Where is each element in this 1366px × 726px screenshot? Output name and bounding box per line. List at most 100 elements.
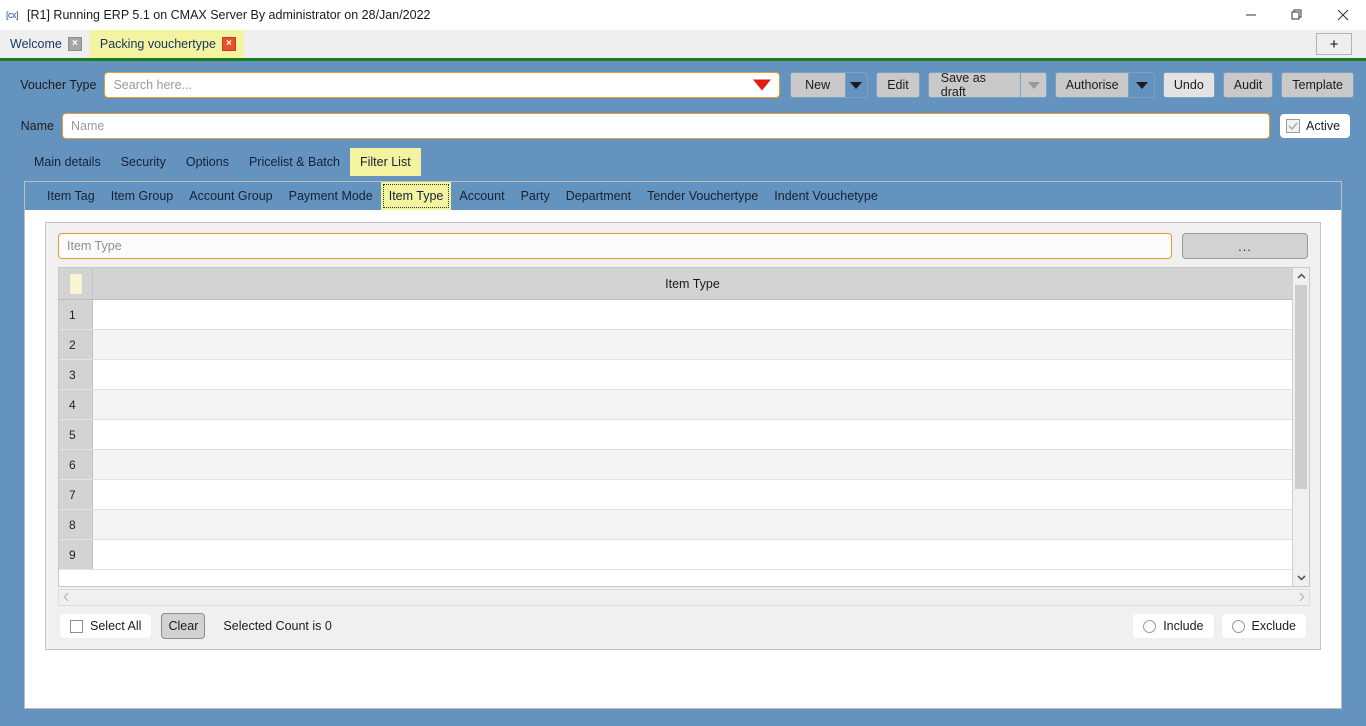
row-value-item-type[interactable] [93,540,1292,569]
close-icon[interactable] [1320,0,1366,30]
tab-welcome[interactable]: Welcome × [0,30,90,58]
scroll-right-icon[interactable] [1298,589,1305,607]
main-tab-bar: Main details Security Options Pricelist … [24,148,421,176]
selected-count-text: Selected Count is 0 [223,619,332,633]
table-row[interactable]: 6 [59,450,1292,480]
scroll-down-icon[interactable] [1293,569,1309,586]
row-number: 3 [59,360,93,389]
exclude-radio-group[interactable]: Exclude [1221,614,1306,638]
voucher-type-search-wrapper[interactable] [104,72,780,98]
row-value-item-type[interactable] [93,420,1292,449]
filter-search-row: ... [46,223,1320,259]
table-row[interactable]: 1 [59,300,1292,330]
subtab-department[interactable]: Department [558,182,639,210]
save-as-draft-dropdown-button[interactable] [1020,73,1047,97]
row-number: 5 [59,420,93,449]
active-checkbox[interactable] [1286,119,1300,133]
item-type-search-input[interactable] [58,233,1172,259]
save-as-draft-label[interactable]: Save as draft [929,73,1021,97]
row-value-item-type[interactable] [93,510,1292,539]
row-value-item-type[interactable] [93,360,1292,389]
scroll-left-icon[interactable] [63,589,70,607]
browse-button[interactable]: ... [1182,233,1308,259]
subtab-item-tag[interactable]: Item Tag [39,182,103,210]
subtab-item-type[interactable]: Item Type [380,182,452,210]
subtab-tender-vouchertype[interactable]: Tender Vouchertype [639,182,766,210]
tab-options[interactable]: Options [176,148,239,176]
row-value-item-type[interactable] [93,450,1292,479]
new-button-label[interactable]: New [791,73,845,97]
new-tab-button[interactable]: + [1316,33,1352,55]
undo-button[interactable]: Undo [1162,72,1215,98]
voucher-type-search-input[interactable] [105,73,779,97]
subtab-account[interactable]: Account [451,182,512,210]
form-body: Voucher Type New Edit Save as draft Auth… [0,61,1366,726]
row-value-item-type[interactable] [93,390,1292,419]
save-as-draft-split[interactable]: Save as draft [927,72,1048,98]
tab-pricelist-batch[interactable]: Pricelist & Batch [239,148,350,176]
clear-button[interactable]: Clear [161,613,206,639]
tab-filter-list[interactable]: Filter List [349,148,421,176]
subtab-item-group[interactable]: Item Group [103,182,182,210]
row-number: 8 [59,510,93,539]
tab-security[interactable]: Security [111,148,176,176]
exclude-radio[interactable] [1231,619,1245,633]
name-input[interactable] [62,113,1270,139]
subtab-payment-mode[interactable]: Payment Mode [281,182,381,210]
row-number: 1 [59,300,93,329]
table-row[interactable]: 4 [59,390,1292,420]
authorise-dropdown-button[interactable] [1128,73,1154,97]
authorise-button-label[interactable]: Authorise [1056,73,1128,97]
grid-horizontal-scrollbar[interactable] [58,589,1310,606]
minimize-icon[interactable] [1228,0,1274,30]
table-row[interactable]: 3 [59,360,1292,390]
subtab-indent-vouchetype[interactable]: Indent Vouchetype [766,182,886,210]
tab-packing-vouchertype-close-icon[interactable]: × [221,37,236,51]
authorise-split[interactable]: Authorise [1055,72,1155,98]
table-row[interactable]: 9 [59,540,1292,570]
include-radio-group[interactable]: Include [1133,614,1214,638]
select-all-checkbox[interactable] [70,619,83,633]
chevron-down-icon [1135,81,1148,89]
voucher-type-label: Voucher Type [20,78,97,92]
filter-list-panel: Item Tag Item Group Account Group Paymen… [24,181,1342,709]
row-number: 9 [59,540,93,569]
tab-welcome-label: Welcome [10,37,62,51]
tab-main-details[interactable]: Main details [24,148,111,176]
table-row[interactable]: 5 [59,420,1292,450]
row-value-item-type[interactable] [93,330,1292,359]
row-number: 2 [59,330,93,359]
window-controls [1228,0,1366,30]
row-number: 6 [59,450,93,479]
vertical-scroll-track[interactable] [1293,285,1309,569]
dropdown-arrow-icon[interactable] [752,79,771,91]
table-row[interactable]: 7 [59,480,1292,510]
tab-packing-vouchertype[interactable]: Packing vouchertype × [89,30,244,58]
filter-actions-row: Select All Clear Selected Count is 0 Inc… [46,613,1320,639]
tab-welcome-close-icon[interactable]: × [67,37,82,51]
vertical-scroll-thumb[interactable] [1295,285,1307,490]
table-row[interactable]: 2 [59,330,1292,360]
row-value-item-type[interactable] [93,480,1292,509]
row-number: 4 [59,390,93,419]
restore-icon[interactable] [1274,0,1320,30]
grid-column-header-item-type[interactable]: Item Type [93,268,1292,299]
new-button-split[interactable]: New [789,72,869,98]
subtab-account-group[interactable]: Account Group [181,182,280,210]
scroll-up-icon[interactable] [1293,268,1309,285]
include-radio[interactable] [1143,619,1157,633]
toolbar-buttons: New Edit Save as draft Authorise Undo Au… [789,72,1355,98]
include-exclude-group: Include Exclude [1133,614,1306,638]
template-button[interactable]: Template [1281,72,1355,98]
edit-button[interactable]: Edit [876,72,920,98]
new-dropdown-button[interactable] [844,73,868,97]
row-value-item-type[interactable] [93,300,1292,329]
subtab-party[interactable]: Party [513,182,558,210]
chevron-down-icon [1027,81,1040,89]
select-all-checkbox-group[interactable]: Select All [60,614,152,638]
audit-button[interactable]: Audit [1222,72,1274,98]
table-row[interactable]: 8 [59,510,1292,540]
active-checkbox-group[interactable]: Active [1280,114,1351,138]
grid-corner-cell[interactable] [59,268,93,299]
grid-vertical-scrollbar[interactable] [1292,268,1309,586]
